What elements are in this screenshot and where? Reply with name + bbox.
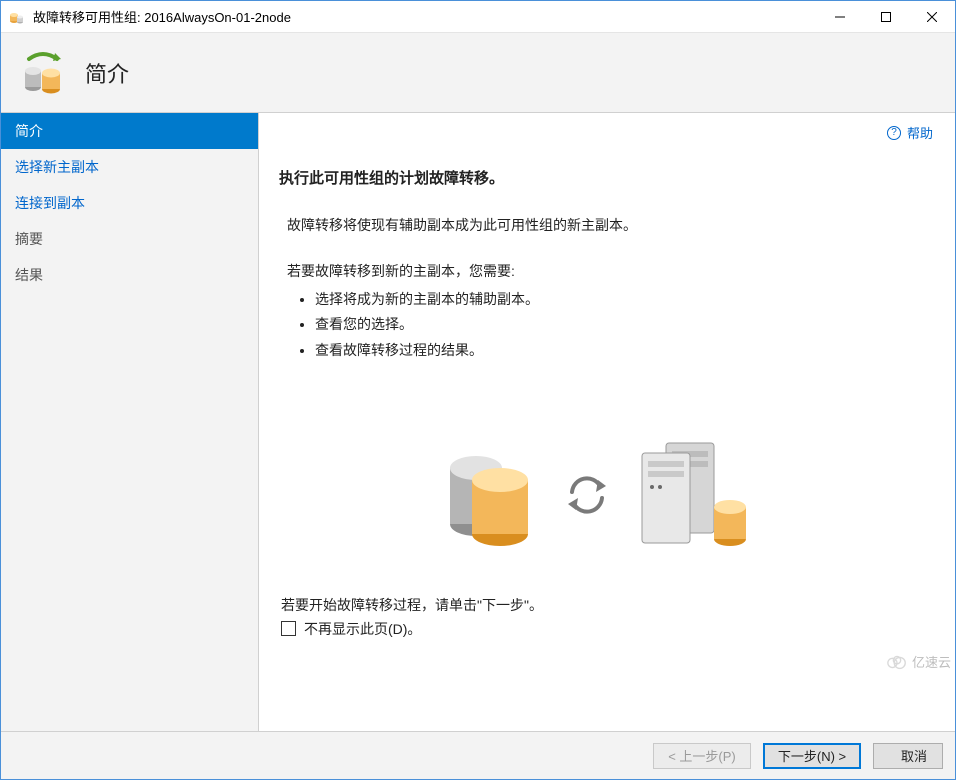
minimize-button[interactable] <box>817 1 863 32</box>
sidebar-item-result[interactable]: 结果 <box>1 257 258 293</box>
failover-icon <box>19 49 67 97</box>
titlebar: 故障转移可用性组: 2016AlwaysOn-01-2node <box>1 1 955 33</box>
app-icon <box>9 9 25 25</box>
sidebar-item-select-replica[interactable]: 选择新主副本 <box>1 149 258 185</box>
dont-show-again-row: 不再显示此页(D)。 <box>281 619 925 639</box>
dont-show-again-checkbox[interactable] <box>281 621 296 636</box>
bullet-list: 选择将成为新的主副本的辅助副本。 查看您的选择。 查看故障转移过程的结果。 <box>287 288 925 363</box>
database-icon <box>442 440 542 550</box>
sidebar-item-summary[interactable]: 摘要 <box>1 221 258 257</box>
servers-icon <box>632 435 762 555</box>
content-pane: ? 帮助 执行此可用性组的计划故障转移。 故障转移将使现有辅助副本成为此可用性组… <box>259 113 955 731</box>
bullet-item: 查看故障转移过程的结果。 <box>315 339 925 363</box>
help-link[interactable]: ? 帮助 <box>887 123 933 142</box>
page-title: 简介 <box>85 57 129 89</box>
start-hint: 若要开始故障转移过程，请单击"下一步"。 <box>281 595 925 615</box>
sidebar-item-intro[interactable]: 简介 <box>1 113 258 149</box>
window-controls <box>817 1 955 32</box>
help-label: 帮助 <box>907 123 933 142</box>
lead-line: 若要故障转移到新的主副本，您需要: <box>287 260 925 284</box>
sidebar: 简介 选择新主副本 连接到副本 摘要 结果 <box>1 113 259 731</box>
intro-paragraph: 故障转移将使现有辅助副本成为此可用性组的新主副本。 <box>287 214 925 238</box>
sidebar-item-connect-replica[interactable]: 连接到副本 <box>1 185 258 221</box>
bullet-item: 选择将成为新的主副本的辅助副本。 <box>315 288 925 312</box>
watermark: 亿速云 <box>886 652 951 671</box>
maximize-button[interactable] <box>863 1 909 32</box>
bullet-item: 查看您的选择。 <box>315 313 925 337</box>
illustration <box>442 435 762 555</box>
button-bar: < 上一步(P) 下一步(N) > 取消 <box>1 731 955 779</box>
cancel-button[interactable]: 取消 <box>873 743 943 769</box>
help-icon: ? <box>887 126 901 140</box>
dont-show-again-label: 不再显示此页(D)。 <box>304 619 421 639</box>
body-text: 故障转移将使现有辅助副本成为此可用性组的新主副本。 若要故障转移到新的主副本，您… <box>287 214 925 365</box>
next-button[interactable]: 下一步(N) > <box>763 743 861 769</box>
prev-button: < 上一步(P) <box>653 743 751 769</box>
content-heading: 执行此可用性组的计划故障转移。 <box>279 167 925 188</box>
window-title: 故障转移可用性组: 2016AlwaysOn-01-2node <box>33 7 817 26</box>
main-area: 简介 选择新主副本 连接到副本 摘要 结果 ? 帮助 执行此可用性组的计划故障转… <box>1 113 955 731</box>
close-button[interactable] <box>909 1 955 32</box>
wizard-window: 故障转移可用性组: 2016AlwaysOn-01-2node <box>0 0 956 780</box>
header-band: 简介 <box>1 33 955 113</box>
sync-arrows-icon <box>564 472 610 518</box>
watermark-text: 亿速云 <box>912 652 951 671</box>
